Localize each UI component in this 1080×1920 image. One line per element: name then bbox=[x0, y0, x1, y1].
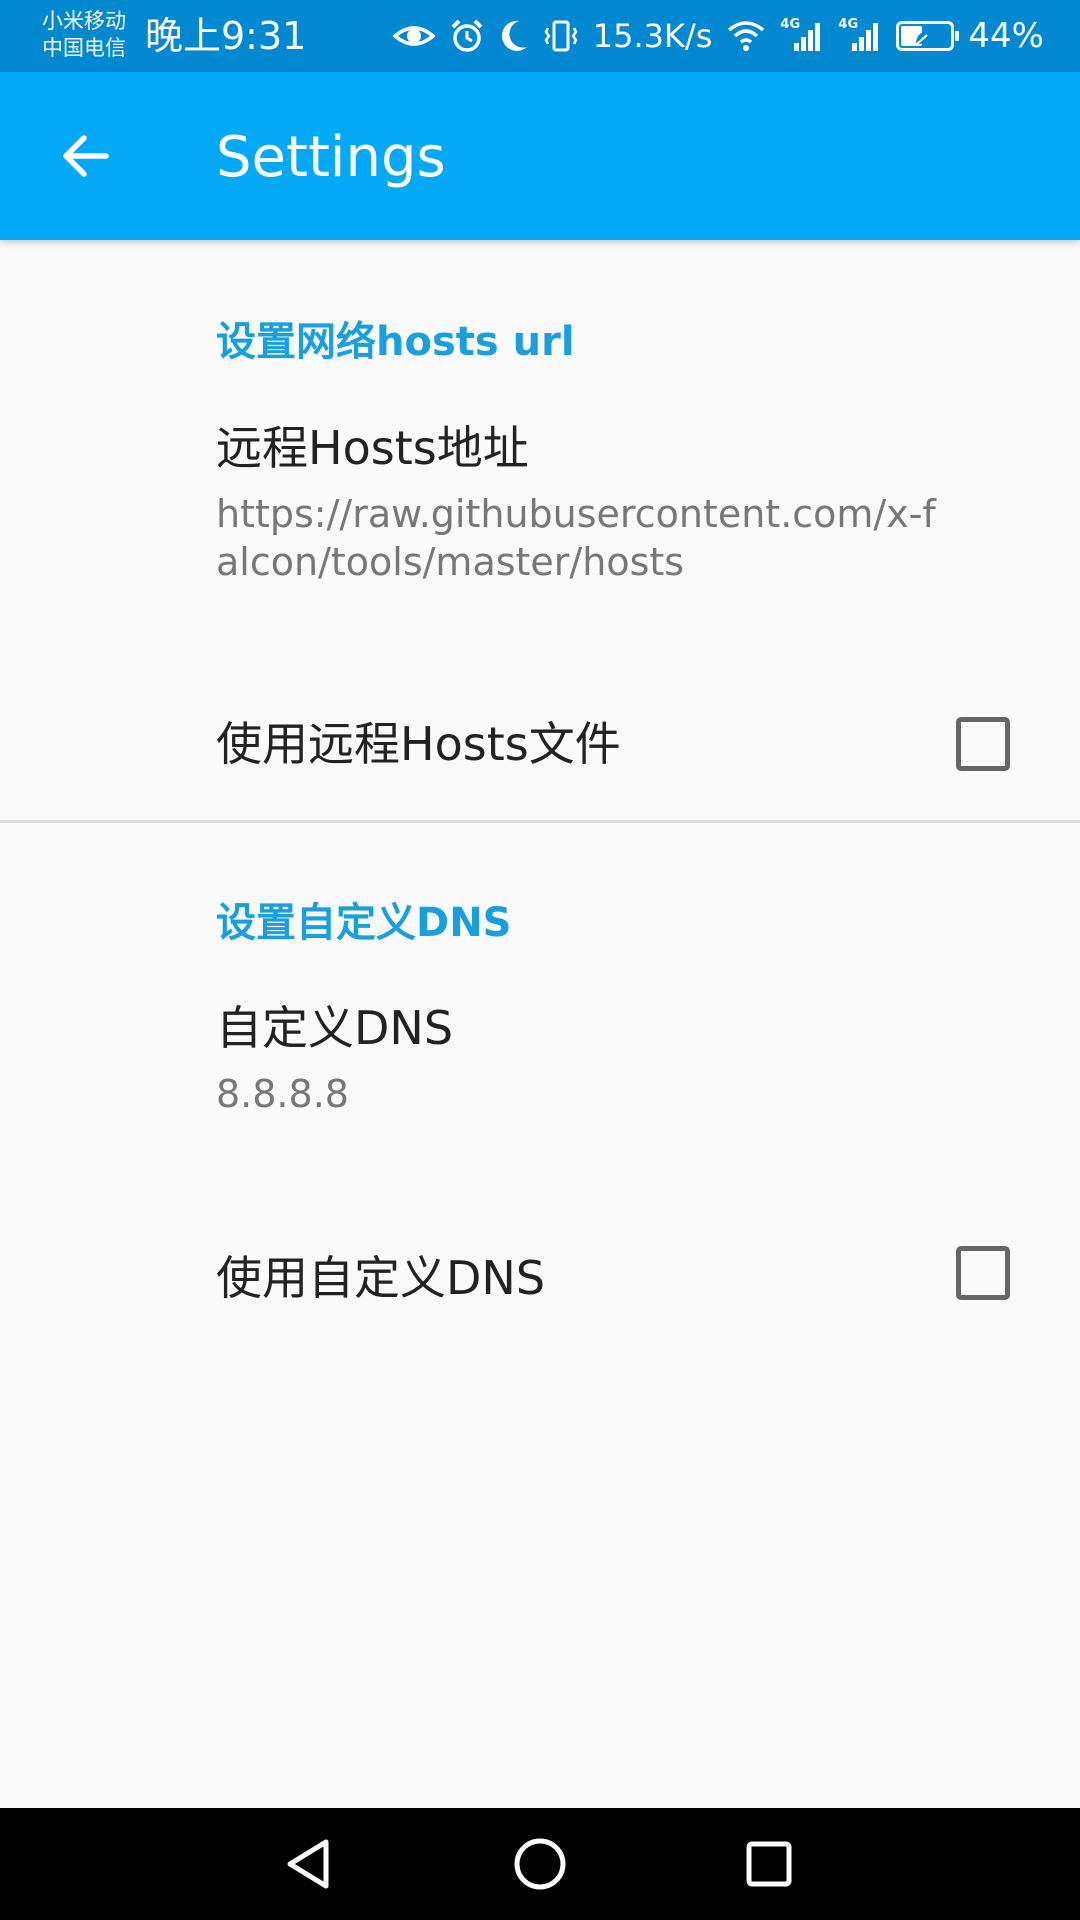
battery-percent: 44% bbox=[968, 16, 1044, 56]
category-title-dns: 设置自定义DNS bbox=[216, 900, 512, 946]
section-divider bbox=[0, 820, 1080, 823]
leaf-icon bbox=[915, 30, 935, 46]
carrier-line-1: 小米移动 bbox=[42, 9, 126, 33]
home-circle-icon bbox=[514, 1838, 566, 1890]
carrier-info: 小米移动 中国电信 bbox=[42, 8, 142, 62]
recents-square-icon bbox=[746, 1841, 792, 1887]
category-title-hosts: 设置网络hosts url bbox=[216, 319, 575, 365]
pref-summary: 8.8.8.8 bbox=[216, 1072, 349, 1116]
network-type-badge: 4G bbox=[838, 17, 859, 32]
pref-title: 自定义DNS bbox=[216, 1001, 454, 1055]
network-speed: 15.3K/s bbox=[592, 17, 713, 55]
nav-recents-button[interactable] bbox=[731, 1826, 807, 1902]
pref-title: 使用远程Hosts文件 bbox=[216, 717, 621, 771]
back-triangle-icon bbox=[287, 1839, 329, 1889]
battery-icon bbox=[896, 21, 960, 51]
back-button[interactable] bbox=[42, 112, 130, 200]
pref-custom-dns[interactable]: 自定义DNS 8.8.8.8 bbox=[0, 1000, 1080, 1200]
alarm-icon bbox=[449, 18, 485, 54]
pref-use-remote-hosts[interactable]: 使用远程Hosts文件 bbox=[0, 664, 1080, 820]
use-custom-dns-checkbox[interactable] bbox=[956, 1246, 1010, 1300]
pref-title: 远程Hosts地址 bbox=[216, 421, 529, 475]
page-title: Settings bbox=[216, 125, 446, 190]
pref-summary: https://raw.githubusercontent.com/x-falc… bbox=[216, 492, 936, 584]
signal-icon: 4G bbox=[838, 17, 882, 53]
moon-icon bbox=[499, 19, 529, 53]
arrow-back-icon bbox=[63, 135, 109, 177]
use-remote-hosts-checkbox[interactable] bbox=[956, 717, 1010, 771]
nav-home-button[interactable] bbox=[502, 1826, 578, 1902]
pref-title: 使用自定义DNS bbox=[216, 1251, 546, 1305]
status-time: 晚上9:31 bbox=[145, 14, 307, 58]
navigation-bar bbox=[0, 1808, 1080, 1920]
pref-use-custom-dns[interactable]: 使用自定义DNS bbox=[0, 1200, 1080, 1350]
status-icons: 15.3K/s 4G 4G 44% bbox=[392, 0, 1044, 72]
eye-icon bbox=[392, 20, 435, 52]
signal-icon: 4G bbox=[780, 17, 824, 53]
wifi-icon bbox=[726, 19, 766, 53]
pref-remote-hosts-url[interactable]: 远程Hosts地址 https://raw.githubusercontent.… bbox=[0, 420, 1080, 664]
carrier-line-2: 中国电信 bbox=[42, 36, 126, 60]
vibrate-icon bbox=[543, 18, 579, 54]
phone-screen: 小米移动 中国电信 晚上9:31 15.3K/s 4G 4G 44% Setti… bbox=[0, 0, 1080, 1920]
status-bar: 小米移动 中国电信 晚上9:31 15.3K/s 4G 4G 44% bbox=[0, 0, 1080, 72]
app-bar: Settings bbox=[0, 72, 1080, 240]
network-type-badge: 4G bbox=[780, 17, 801, 32]
nav-back-button[interactable] bbox=[270, 1826, 346, 1902]
